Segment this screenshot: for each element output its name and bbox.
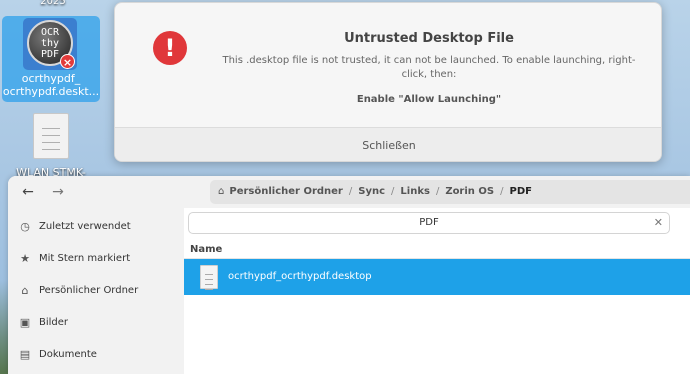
sidebar-item-documents[interactable]: ▤ Dokumente — [8, 341, 184, 369]
sidebar-item-home[interactable]: ⌂ Persönlicher Ordner — [8, 277, 184, 305]
desktop-file-icon — [200, 265, 218, 290]
sidebar-item-label: Persönlicher Ordner — [39, 285, 139, 296]
toolbar: ⌂ Persönlicher Ordner / Sync / Links / Zorin OS… — [184, 176, 690, 208]
table-row[interactable]: ocrthypdf_ocrthypdf.desktop — [184, 259, 690, 295]
search-value: PDF — [419, 217, 439, 228]
back-button[interactable]: ← — [16, 182, 40, 202]
forward-button[interactable]: → — [46, 182, 70, 202]
home-icon: ⌂ — [218, 186, 225, 197]
desktop-icon-label[interactable]: ocrthypdf_ ocrthypdf.deskt... — [2, 72, 100, 98]
icon-text-line: thy — [40, 38, 60, 49]
dialog-title: Untrusted Desktop File — [344, 31, 514, 46]
sidebar-item-label: Mit Stern markiert — [39, 253, 131, 264]
close-button[interactable]: Schließen — [115, 127, 661, 161]
column-header-name[interactable]: Name — [184, 241, 690, 259]
dialog-message: This .desktop file is not trusted, it ca… — [222, 55, 636, 80]
desktop-icon-label-line1: ocrthypdf_ — [21, 72, 81, 85]
untrusted-badge-icon: × — [60, 54, 75, 69]
untrusted-file-dialog: ! Untrusted Desktop File This .desktop f… — [114, 2, 662, 162]
star-icon: ★ — [20, 252, 30, 265]
clock-icon: ◷ — [20, 220, 30, 233]
desktop-folder-label[interactable]: 2025 — [38, 0, 68, 7]
breadcrumb-segment[interactable]: Sync — [358, 186, 385, 197]
breadcrumb-home[interactable]: Persönlicher Ordner — [229, 186, 343, 197]
clear-search-icon[interactable]: ✕ — [654, 213, 663, 233]
sidebar-item-label: Zuletzt verwendet — [39, 221, 131, 232]
search-input[interactable]: PDF ✕ — [188, 212, 670, 234]
home-icon: ⌂ — [21, 284, 29, 297]
breadcrumb-segment[interactable]: Zorin OS — [445, 186, 494, 197]
file-list-view: PDF ✕ Name ocrthypdf_ocrthypdf.desktop — [184, 208, 690, 374]
sidebar-item-label: Dokumente — [39, 349, 97, 360]
breadcrumb: ⌂ Persönlicher Ordner / Sync / Links / Zorin OS… — [210, 180, 690, 204]
file-manager-window: ← → ◷ Zuletzt verwendet ★ Mit Stern mark… — [8, 176, 690, 374]
text-file-icon[interactable] — [33, 113, 69, 159]
breadcrumb-current[interactable]: PDF — [509, 186, 531, 197]
desktop-icon-label-line2: ocrthypdf.deskt... — [2, 85, 100, 98]
sidebar-item-label: Bilder — [39, 317, 69, 328]
image-icon: ▣ — [19, 316, 31, 329]
sidebar: ← → ◷ Zuletzt verwendet ★ Mit Stern mark… — [8, 176, 184, 374]
icon-text-line: OCR — [40, 27, 60, 38]
sidebar-item-pictures[interactable]: ▣ Bilder — [8, 309, 184, 337]
sidebar-item-recent[interactable]: ◷ Zuletzt verwendet — [8, 213, 184, 241]
document-icon: ▤ — [19, 348, 31, 361]
breadcrumb-segment[interactable]: Links — [400, 186, 430, 197]
file-name: ocrthypdf_ocrthypdf.desktop — [228, 271, 372, 282]
error-icon: ! — [153, 31, 187, 65]
sidebar-item-starred[interactable]: ★ Mit Stern markiert — [8, 245, 184, 273]
dialog-instruction: Enable "Allow Launching" — [356, 94, 502, 105]
